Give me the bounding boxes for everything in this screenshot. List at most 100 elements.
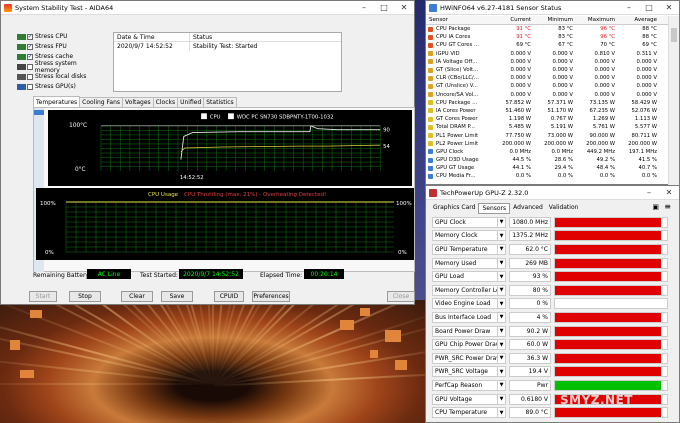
- sensor-maximum: 0.0 %: [599, 173, 615, 180]
- dropdown-arrow-icon[interactable]: ▼: [498, 230, 506, 242]
- dropdown-arrow-icon[interactable]: ▼: [498, 379, 506, 391]
- minimize-icon[interactable]: –: [639, 186, 659, 200]
- dropdown-arrow-icon[interactable]: ▼: [498, 257, 506, 269]
- sensor-row[interactable]: GPU Clock 0.0 MHz 0.0 MHz 449.2 MHz 197.1 MH…: [426, 148, 670, 156]
- stress-checkbox[interactable]: [27, 63, 33, 70]
- save-button[interactable]: Save: [161, 291, 193, 302]
- dropdown-arrow-icon[interactable]: ▼: [498, 393, 506, 405]
- gpuz-sensor-label: GPU Temperature: [432, 243, 498, 255]
- maximize-icon[interactable]: □: [639, 1, 659, 15]
- sensor-row[interactable]: CPU GT Cores ... 69 °C 67 °C 70 °C 69 °C: [426, 41, 670, 49]
- minimize-icon[interactable]: –: [354, 1, 374, 15]
- camera-icon[interactable]: ▣: [652, 203, 659, 211]
- sensor-maximum: 48.4 %: [596, 165, 615, 172]
- gpuz-tab-sensors[interactable]: Sensors: [478, 203, 511, 214]
- sensor-average: 52.076 W: [631, 107, 657, 114]
- tab-voltages[interactable]: Voltages: [122, 97, 154, 107]
- tab-cooling-fans[interactable]: Cooling Fans: [79, 97, 124, 107]
- minimize-icon[interactable]: –: [619, 1, 639, 15]
- dropdown-arrow-icon[interactable]: ▼: [498, 298, 506, 310]
- sensor-scrollbar-thumb[interactable]: [671, 28, 677, 42]
- sensor-row[interactable]: GT Cores Power 1.198 W 0.767 W 1.269 W 1.113…: [426, 115, 670, 123]
- maximize-icon[interactable]: □: [374, 1, 394, 15]
- gpuz-sensor-label: Video Engine Load: [432, 298, 498, 310]
- stress-checkbox[interactable]: ✔: [27, 43, 33, 50]
- sensor-scrollbar[interactable]: [668, 16, 679, 186]
- close-icon[interactable]: ✕: [659, 1, 679, 15]
- sensor-maximum: 90.000 W: [589, 132, 615, 139]
- wallpaper-pixel-block: [370, 350, 378, 358]
- stress-checkbox[interactable]: ✔: [27, 33, 33, 40]
- stress-checkbox[interactable]: ✔: [27, 53, 33, 60]
- sensor-row[interactable]: GT (Unslice) V... 0.000 V 0.000 V 0.000 V 0.…: [426, 82, 670, 90]
- aida64-title: System Stability Test - AIDA64: [15, 3, 114, 12]
- sensor-row[interactable]: CPU Media Fr... 0.0 % 0.0 % 0.0 % 0.0 %: [426, 172, 670, 180]
- cpuid-button[interactable]: CPUID: [214, 291, 244, 302]
- clear-button[interactable]: Clear: [121, 291, 153, 302]
- sensor-minimum: 83 °C: [558, 34, 573, 41]
- tab-statistics[interactable]: Statistics: [203, 97, 237, 107]
- dropdown-arrow-icon[interactable]: ▼: [498, 407, 506, 419]
- graph-scroll-thumb[interactable]: [34, 110, 44, 115]
- dropdown-arrow-icon[interactable]: ▼: [498, 325, 506, 337]
- sensor-average: 0.000 V: [636, 58, 657, 65]
- sensor-current: 91 °C: [516, 26, 531, 33]
- cpu-legend-checkbox[interactable]: [201, 113, 207, 120]
- hwinfo-titlebar: HWiNFO64 v6.27-4181 Sensor Status – □ ✕: [426, 1, 679, 15]
- wallpaper-pixel-block: [385, 330, 401, 342]
- sensor-row[interactable]: CPU IA Cores 91 °C 83 °C 96 °C 88 °C: [426, 33, 670, 41]
- dropdown-arrow-icon[interactable]: ▼: [498, 339, 506, 351]
- tab-unified[interactable]: Unified: [177, 97, 205, 107]
- stress-option[interactable]: Stress local disks: [15, 72, 99, 81]
- sensor-row[interactable]: GPU GT Usage 44.1 % 29.4 % 48.4 % 40.7 %: [426, 164, 670, 172]
- stress-checkbox[interactable]: [27, 83, 33, 90]
- close-button[interactable]: Close: [387, 291, 415, 302]
- gpuz-tab-validation[interactable]: Validation: [546, 203, 582, 214]
- sensor-current: 0.000 V: [510, 75, 531, 82]
- dropdown-arrow-icon[interactable]: ▼: [498, 216, 506, 228]
- dropdown-arrow-icon[interactable]: ▼: [498, 366, 506, 378]
- sensor-row[interactable]: CLR (CBo/LLC/... 0.000 V 0.000 V 0.000 V 0.0…: [426, 74, 670, 82]
- sensor-row[interactable]: GPU D3D Usage 44.5 % 28.6 % 49.2 % 41.5 %: [426, 156, 670, 164]
- stress-option[interactable]: ✔ Stress FPU: [15, 42, 99, 51]
- sensor-row[interactable]: IA Cores Power 51.460 W 51.170 W 67.235 W 52…: [426, 107, 670, 115]
- start-button[interactable]: Start: [29, 291, 57, 302]
- stress-option[interactable]: Stress GPU(s): [15, 82, 99, 91]
- tab-temperatures[interactable]: Temperatures: [33, 96, 81, 107]
- sensor-current: 51.460 W: [505, 107, 531, 114]
- watermark: SMYZ.NET: [560, 393, 633, 407]
- sensor-row[interactable]: GT (Slice) Volt... 0.000 V 0.000 V 0.000 V 0…: [426, 66, 670, 74]
- dropdown-arrow-icon[interactable]: ▼: [498, 271, 506, 283]
- close-icon[interactable]: ✕: [659, 186, 679, 200]
- gpuz-sensor-row: CPU Temperature ▼ 89.0 °C: [432, 406, 668, 419]
- dropdown-arrow-icon[interactable]: ▼: [498, 352, 506, 364]
- legend-ssd: WDC PC SN730 SDBPNTY-1T00-1032: [237, 115, 334, 121]
- stress-checkbox[interactable]: [27, 73, 33, 80]
- sensor-row[interactable]: Total DRAM P... 5.485 W 5.191 W 5.761 W 5.57…: [426, 123, 670, 131]
- close-icon[interactable]: ✕: [394, 1, 414, 15]
- stop-button[interactable]: Stop: [69, 291, 101, 302]
- sensor-row[interactable]: CPU Package 91 °C 83 °C 96 °C 88 °C: [426, 25, 670, 33]
- table-row[interactable]: 2020/9/7 14:52:52 Stability Test: Starte…: [114, 42, 341, 51]
- sensor-row[interactable]: PL2 Power Limit 200.000 W 200.000 W 200.000…: [426, 140, 670, 148]
- dropdown-arrow-icon[interactable]: ▼: [498, 243, 506, 255]
- sensor-row[interactable]: IA Voltage Off... 0.000 V 0.000 V 0.000 V 0.…: [426, 58, 670, 66]
- sensor-icon: [428, 173, 433, 179]
- tab-clocks[interactable]: Clocks: [152, 97, 179, 107]
- gpuz-sensor-row: GPU Chip Power Draw ▼ 60.0 W: [432, 338, 668, 351]
- gpuz-tab-graphics-card[interactable]: Graphics Card: [430, 203, 478, 214]
- preferences-button[interactable]: Preferences: [252, 291, 290, 302]
- sensor-row[interactable]: PL1 Power Limit 77.750 W 73.000 W 90.000 W 8…: [426, 131, 670, 139]
- sensor-row[interactable]: CPU Package ... 57.852 W 57.371 W 73.135 W 5…: [426, 99, 670, 107]
- menu-icon[interactable]: ≡: [664, 202, 671, 211]
- ssd-legend-checkbox[interactable]: [228, 113, 234, 120]
- sensor-row[interactable]: Uncore/SA Vol... 0.000 V 0.000 V 0.000 V 0.0…: [426, 91, 670, 99]
- gpuz-sensor-label: GPU Voltage: [432, 393, 498, 405]
- battery-value: AC Line: [87, 269, 131, 279]
- sensor-row[interactable]: iGPU VID 0.000 V 0.000 V 0.810 V 0.311 V: [426, 50, 670, 58]
- dropdown-arrow-icon[interactable]: ▼: [498, 284, 506, 296]
- stress-option[interactable]: Stress system memory: [15, 60, 99, 74]
- dropdown-arrow-icon[interactable]: ▼: [498, 311, 506, 323]
- gpuz-tab-advanced[interactable]: Advanced: [510, 203, 546, 214]
- stress-option[interactable]: ✔ Stress CPU: [15, 32, 99, 41]
